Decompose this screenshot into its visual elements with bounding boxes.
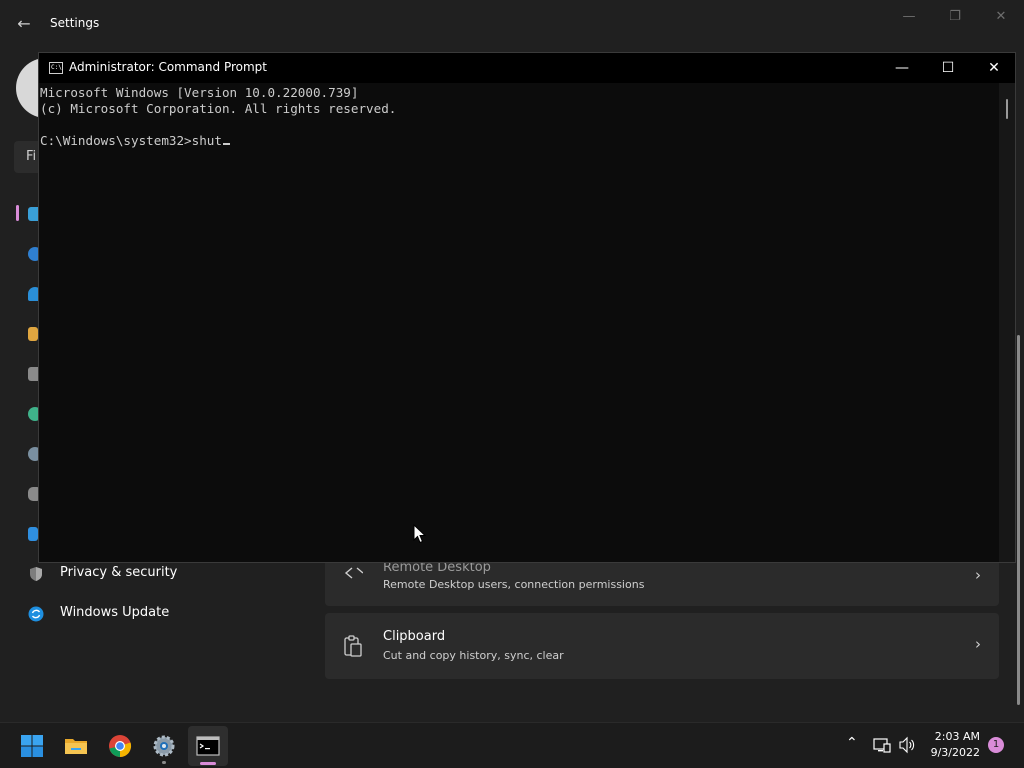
volume-icon[interactable] (898, 736, 916, 754)
card-subtitle: Remote Desktop users, connection permiss… (383, 578, 645, 591)
mouse-pointer-icon (413, 524, 427, 544)
start-button[interactable] (12, 726, 52, 766)
clipboard-icon (344, 635, 362, 657)
restore-icon[interactable]: ❐ (938, 8, 972, 26)
cmd-window-title: Administrator: Command Prompt (69, 60, 267, 74)
settings-title: Settings (50, 16, 100, 30)
chevron-up-icon[interactable]: ⌃ (846, 735, 858, 751)
clock-date: 9/3/2022 (930, 746, 980, 759)
running-indicator (162, 761, 166, 764)
gear-icon (153, 735, 175, 757)
chrome-icon (109, 735, 132, 758)
terminal-output[interactable]: Microsoft Windows [Version 10.0.22000.73… (39, 83, 999, 562)
taskbar: ⌃ 2:03 AM 9/3/2022 1 (0, 722, 1024, 768)
clipboard-card[interactable]: Clipboard Cut and copy history, sync, cl… (325, 613, 999, 679)
cmd-scrollbar-thumb[interactable] (1006, 99, 1008, 119)
terminal-line: C:\Windows\system32>shut (40, 133, 222, 148)
taskbar-chrome[interactable] (100, 726, 140, 766)
active-app-indicator (200, 762, 216, 765)
windows-update-icon (28, 606, 44, 622)
network-icon[interactable] (873, 736, 891, 754)
folder-icon (65, 739, 87, 754)
command-prompt-icon (196, 736, 220, 756)
settings-titlebar: ← Settings — ❐ ✕ (0, 0, 1024, 48)
card-title: Clipboard (383, 629, 446, 644)
personalization-icon[interactable] (28, 327, 38, 341)
shield-icon (30, 567, 42, 581)
cmd-titlebar[interactable]: C:\ Administrator: Command Prompt — ☐ ✕ (39, 53, 1015, 83)
chevron-right-icon: › (975, 635, 981, 653)
sidebar-item-label: Windows Update (60, 605, 170, 620)
nav-selection-indicator (16, 205, 19, 221)
card-subtitle: Cut and copy history, sync, clear (383, 649, 564, 662)
remote-desktop-icon (344, 567, 363, 579)
close-icon[interactable]: ✕ (984, 8, 1018, 26)
accessibility-icon[interactable] (28, 527, 38, 541)
terminal-line: Microsoft Windows [Version 10.0.22000.73… (40, 85, 359, 100)
taskbar-file-explorer[interactable] (56, 726, 96, 766)
taskbar-settings[interactable] (144, 726, 184, 766)
settings-scrollbar[interactable] (1017, 335, 1020, 705)
sidebar-item-label: Privacy & security (60, 565, 178, 580)
clock-time: 2:03 AM (934, 730, 980, 743)
back-arrow-icon[interactable]: ← (14, 14, 34, 34)
command-prompt-window[interactable]: C:\ Administrator: Command Prompt — ☐ ✕ … (38, 52, 1016, 563)
notification-badge[interactable]: 1 (988, 737, 1004, 753)
terminal-line: (c) Microsoft Corporation. All rights re… (40, 101, 397, 116)
minimize-button[interactable]: — (879, 53, 925, 83)
taskbar-command-prompt[interactable] (188, 726, 228, 766)
close-button[interactable]: ✕ (971, 53, 1017, 83)
cmd-scrollbar[interactable] (999, 83, 1015, 562)
sidebar-item-windows-update[interactable]: Windows Update (16, 596, 306, 632)
terminal-prompt-line[interactable]: C:\Windows\system32>shut (40, 133, 230, 148)
chevron-right-icon: › (975, 566, 981, 584)
cmd-app-icon: C:\ (49, 62, 63, 74)
maximize-button[interactable]: ☐ (925, 53, 971, 83)
windows-start-icon (21, 735, 43, 757)
minimize-icon[interactable]: — (892, 8, 926, 26)
text-cursor (222, 143, 230, 145)
taskbar-clock[interactable]: 2:03 AM 9/3/2022 (931, 729, 980, 761)
